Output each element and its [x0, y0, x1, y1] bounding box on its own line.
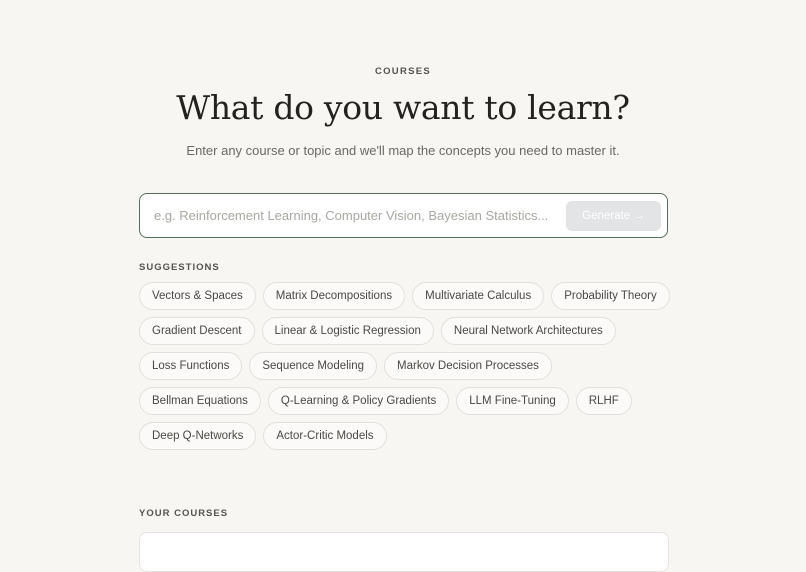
suggestion-chip[interactable]: Vectors & Spaces — [139, 282, 256, 310]
suggestion-chip[interactable]: Gradient Descent — [139, 317, 255, 345]
course-search-box: Generate → — [139, 193, 668, 238]
suggestion-chip[interactable]: Multivariate Calculus — [412, 282, 545, 310]
suggestion-chip[interactable]: Neural Network Architectures — [440, 317, 616, 345]
page-title: What do you want to learn? — [176, 88, 630, 127]
suggestions-heading: SUGGESTIONS — [139, 262, 220, 273]
suggestion-chip[interactable]: Actor-Critic Models — [263, 422, 387, 450]
generate-button[interactable]: Generate → — [566, 201, 661, 231]
suggestion-chip[interactable]: Probability Theory — [551, 282, 670, 310]
course-card[interactable] — [139, 532, 669, 572]
section-eyebrow: COURSES — [374, 66, 432, 77]
suggestion-chip[interactable]: LLM Fine-Tuning — [456, 387, 569, 415]
suggestion-chip[interactable]: Deep Q-Networks — [139, 422, 257, 450]
suggestion-chips: Vectors & Spaces Matrix Decompositions M… — [139, 282, 679, 450]
page-subtitle: Enter any course or topic and we'll map … — [186, 143, 620, 158]
your-courses-heading: YOUR COURSES — [139, 508, 229, 519]
suggestion-chip[interactable]: Sequence Modeling — [249, 352, 378, 380]
suggestion-chip[interactable]: Markov Decision Processes — [384, 352, 552, 380]
suggestion-chip[interactable]: Q-Learning & Policy Gradients — [267, 387, 450, 415]
suggestion-chip[interactable]: Matrix Decompositions — [262, 282, 406, 310]
suggestion-chip[interactable]: Linear & Logistic Regression — [261, 317, 434, 345]
suggestion-chip[interactable]: Loss Functions — [139, 352, 243, 380]
suggestion-chip[interactable]: Bellman Equations — [139, 387, 261, 415]
course-search-input[interactable] — [154, 194, 554, 236]
suggestion-chip[interactable]: RLHF — [575, 387, 632, 415]
